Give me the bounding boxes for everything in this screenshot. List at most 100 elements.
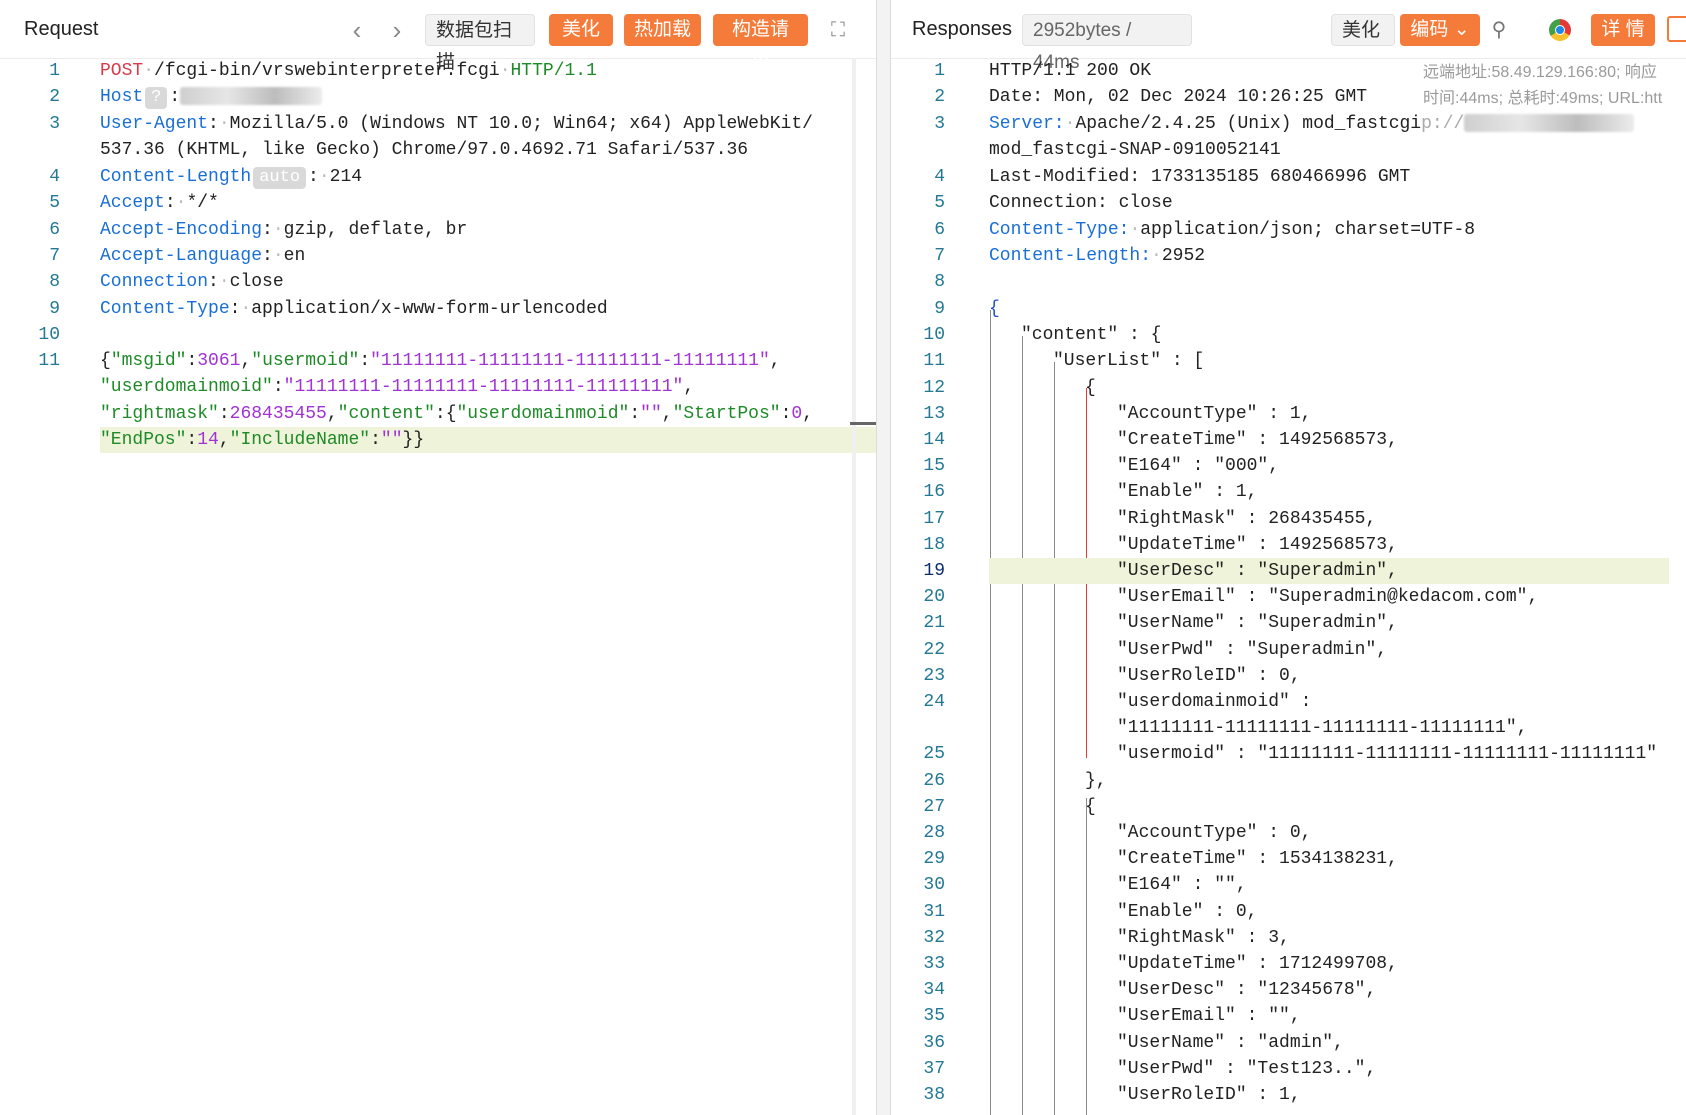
redacted-url xyxy=(1464,114,1635,133)
chevron-down-icon: ⌄ xyxy=(1453,19,1470,40)
line-number: 23 xyxy=(923,666,945,686)
response-title: Responses xyxy=(912,18,1013,40)
response-size-badge: 2952bytes / 44ms xyxy=(1022,14,1192,73)
json-line: { xyxy=(1085,378,1096,398)
forward-arrow-icon[interactable]: › xyxy=(385,14,409,46)
json-line: "RightMask" : 3, xyxy=(1117,928,1290,948)
encoding-label: 编码 xyxy=(1410,19,1449,40)
line-number: 24 xyxy=(923,692,945,712)
line-number: 17 xyxy=(923,509,945,529)
line-number: 13 xyxy=(923,404,945,424)
json-line: "usermoid" : "11111111-11111111-11111111… xyxy=(1117,744,1658,764)
response-editor[interactable]: 1 2 3 4 5 6 7 8 HTTP/1.1 200 OK Date: Mo… xyxy=(891,58,1686,1115)
json-line: "AccountType" : 0, xyxy=(1117,823,1312,843)
header-accept: Accept:·*/* xyxy=(100,193,219,213)
line-number: 8 xyxy=(934,272,945,292)
response-pane: Responses 2952bytes / 44ms 美化 编码 ⌄ ⚲ 详 情… xyxy=(890,0,1686,1115)
json-line: "Enable" : 0, xyxy=(1117,902,1258,922)
request-scroll-thumb[interactable] xyxy=(850,422,876,425)
request-body-line-current: "EndPos":14,"IncludeName":""}} xyxy=(100,430,425,450)
json-line: }, xyxy=(1085,771,1107,791)
encoding-dropdown[interactable]: 编码 ⌄ xyxy=(1400,14,1480,46)
fullscreen-icon[interactable]: ⛶ xyxy=(826,14,850,46)
line-number: 16 xyxy=(923,482,945,502)
json-line: "UserPwd" : "Superadmin", xyxy=(1117,640,1388,660)
request-toolbar: Request ‹ › 数据包扫描 美化 热加载 构造请求 ⛶ xyxy=(0,0,876,73)
response-date: Date: Mon, 02 Dec 2024 10:26:25 GMT xyxy=(989,87,1368,107)
json-line: "UserName" : "Superadmin", xyxy=(1117,613,1398,633)
search-icon[interactable]: ⚲ xyxy=(1487,14,1511,46)
line-number: 18 xyxy=(923,535,945,555)
request-line: POST·/fcgi-bin/vrswebinterpreter.fcgi·HT… xyxy=(100,61,597,81)
message-icon[interactable] xyxy=(1667,16,1686,42)
header-content-length: Content-Length auto:·214 xyxy=(100,167,363,189)
line-number: 10 xyxy=(923,325,945,345)
header-accept-encoding: Accept-Encoding:·gzip, deflate, br xyxy=(100,220,468,240)
line-number: 25 xyxy=(923,744,945,764)
hot-reload-button[interactable]: 热加载 xyxy=(624,14,701,46)
construct-request-button[interactable]: 构造请求 xyxy=(713,14,808,72)
timing-info: 时间:44ms; 总耗时:49ms; URL:htt xyxy=(1423,90,1663,107)
request-pane: Request ‹ › 数据包扫描 美化 热加载 构造请求 ⛶ 1 2 3 4 … xyxy=(0,0,877,1115)
header-accept-language: Accept-Language:·en xyxy=(100,246,306,266)
line-number: 10 xyxy=(38,325,60,345)
header-connection: Connection:·close xyxy=(100,272,284,292)
line-number: 12 xyxy=(923,378,945,398)
line-number: 26 xyxy=(923,771,945,791)
json-line: "UserRoleID" : 1, xyxy=(1117,1085,1301,1105)
response-toolbar: Responses 2952bytes / 44ms 美化 编码 ⌄ ⚲ 详 情 xyxy=(891,0,1686,73)
packet-scan-button[interactable]: 数据包扫描 xyxy=(425,14,535,73)
auto-badge[interactable]: auto xyxy=(253,167,307,189)
response-content-type: Content-Type:·application/json; charset=… xyxy=(989,220,1476,240)
response-status-line: HTTP/1.1 200 OK xyxy=(989,61,1152,81)
request-editor[interactable]: 1 2 3 4 5 6 7 8 9 10 11 POST·/fcgi-bin/v… xyxy=(0,58,876,1115)
json-line: "UserRoleID" : 0, xyxy=(1117,666,1301,686)
request-body-line: "userdomainmoid":"11111111-11111111-1111… xyxy=(100,377,695,397)
json-line: "UserEmail" : "", xyxy=(1117,1006,1301,1026)
beautify-button[interactable]: 美化 xyxy=(549,14,613,46)
response-content-length: Content-Length:·2952 xyxy=(989,246,1206,266)
line-number: 21 xyxy=(923,613,945,633)
json-line: "CreateTime" : 1534138231, xyxy=(1117,849,1398,869)
response-server-cont: mod_fastcgi-SNAP-0910052141 xyxy=(989,140,1281,160)
line-number: 38 xyxy=(923,1085,945,1105)
json-line: "UserDesc" : "Superadmin", xyxy=(1117,561,1398,581)
line-number: 15 xyxy=(923,456,945,476)
header-content-type: Content-Type:·application/x-www-form-url… xyxy=(100,299,608,319)
line-number: 28 xyxy=(923,823,945,843)
line-number: 29 xyxy=(923,849,945,869)
json-line: "RightMask" : 268435455, xyxy=(1117,509,1377,529)
line-number: 37 xyxy=(923,1059,945,1079)
line-number: 33 xyxy=(923,954,945,974)
line-number: 32 xyxy=(923,928,945,948)
host-hint-badge[interactable]: ? xyxy=(145,87,168,109)
line-number: 36 xyxy=(923,1033,945,1053)
line-number: 22 xyxy=(923,640,945,660)
line-number: 31 xyxy=(923,902,945,922)
request-scrollbar[interactable] xyxy=(852,58,856,1115)
line-number: 20 xyxy=(923,587,945,607)
json-line: "11111111-11111111-11111111-11111111", xyxy=(1117,718,1528,738)
back-arrow-icon[interactable]: ‹ xyxy=(345,14,369,46)
chrome-icon[interactable] xyxy=(1549,19,1571,41)
json-line: "UserEmail" : "Superadmin@kedacom.com", xyxy=(1117,587,1539,607)
remote-address-info: 远端地址:58.49.129.166:80; 响应 xyxy=(1423,64,1657,81)
response-beautify-button[interactable]: 美化 xyxy=(1331,14,1395,46)
json-line: "UserDesc" : "12345678", xyxy=(1117,980,1377,1000)
details-button[interactable]: 详 情 xyxy=(1591,14,1655,46)
json-line: "userdomainmoid" : xyxy=(1117,692,1312,712)
json-line: "UserName" : "admin", xyxy=(1117,1033,1344,1053)
header-user-agent-cont: 537.36 (KHTML, like Gecko) Chrome/97.0.4… xyxy=(100,140,749,160)
header-user-agent: User-Agent:·Mozilla/5.0 (Windows NT 10.0… xyxy=(100,114,813,134)
pane-divider[interactable] xyxy=(876,0,890,1115)
json-line: "content" : { xyxy=(1021,325,1162,345)
line-number: 27 xyxy=(923,797,945,817)
request-title: Request xyxy=(24,18,99,40)
line-number: 35 xyxy=(923,1006,945,1026)
json-line: "E164" : "000", xyxy=(1117,456,1280,476)
request-body-line: {"msgid":3061,"usermoid":"11111111-11111… xyxy=(100,351,781,371)
json-line: "Enable" : 1, xyxy=(1117,482,1258,502)
json-line: { xyxy=(989,299,1000,319)
response-server: Server:·Apache/2.4.25 (Unix) mod_fastcgi… xyxy=(989,111,1635,137)
line-number: 11 xyxy=(923,351,945,371)
